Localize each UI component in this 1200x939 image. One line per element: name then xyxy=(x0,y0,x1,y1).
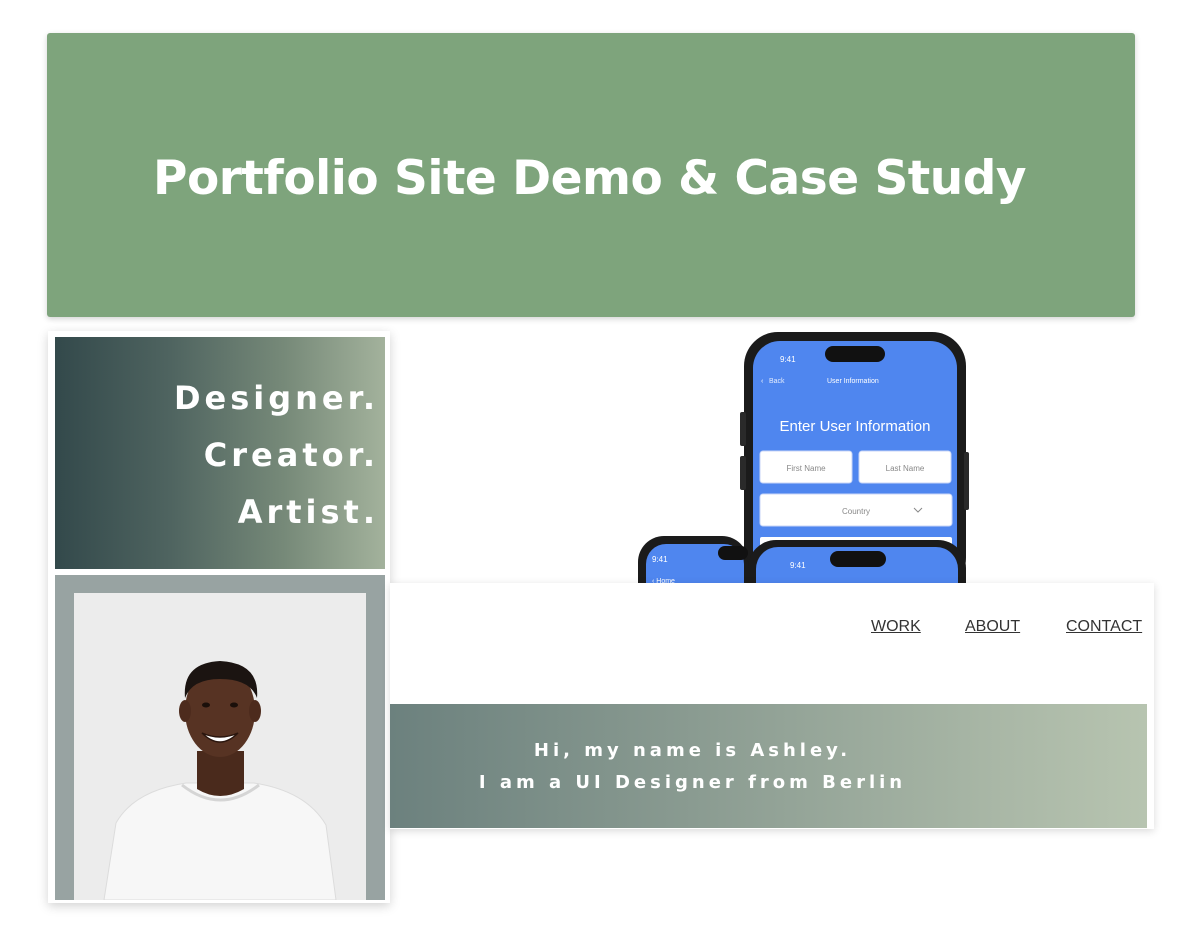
phone-back-label: Back xyxy=(769,378,785,385)
person-photo-icon xyxy=(74,593,366,900)
phone-app-screens: 9:41 ‹ Back User Information Enter User … xyxy=(638,332,969,585)
tagline-designer: Designer. xyxy=(173,379,379,417)
intro-greeting: Hi, my name is Ashley. xyxy=(533,740,852,761)
phone-heading: Enter User Information xyxy=(780,418,931,435)
phone-mockup: 9:41 ‹ Back User Information Enter User … xyxy=(630,332,980,585)
svg-text:9:41: 9:41 xyxy=(652,555,668,564)
svg-text:9:41: 9:41 xyxy=(790,561,806,570)
profile-card: Designer. Creator. Artist. xyxy=(48,331,390,903)
photo-frame xyxy=(55,575,385,900)
tagline-panel: Designer. Creator. Artist. xyxy=(55,337,385,569)
phone-first-name: First Name xyxy=(786,464,826,473)
intro-panel: Hi, my name is Ashley. I am a UI Designe… xyxy=(390,704,1147,828)
website-preview: WORK ABOUT CONTACT Hi, my name is Ashley… xyxy=(390,583,1154,829)
nav-contact-link[interactable]: CONTACT xyxy=(1066,618,1142,636)
profile-photo xyxy=(74,593,366,900)
phone-time: 9:41 xyxy=(780,355,796,364)
nav-about-link[interactable]: ABOUT xyxy=(965,618,1020,636)
phone-last-name: Last Name xyxy=(886,464,925,473)
phone-screen-title: User Information xyxy=(827,378,879,385)
nav-work-link[interactable]: WORK xyxy=(871,618,921,636)
tagline-artist: Artist. xyxy=(237,493,379,531)
page-title: Portfolio Site Demo & Case Study xyxy=(153,151,1027,206)
phone-country: Country xyxy=(842,507,870,516)
hero-banner: Portfolio Site Demo & Case Study xyxy=(47,33,1135,317)
tagline-creator: Creator. xyxy=(203,436,379,474)
intro-description: I am a UI Designer from Berlin xyxy=(478,772,907,793)
